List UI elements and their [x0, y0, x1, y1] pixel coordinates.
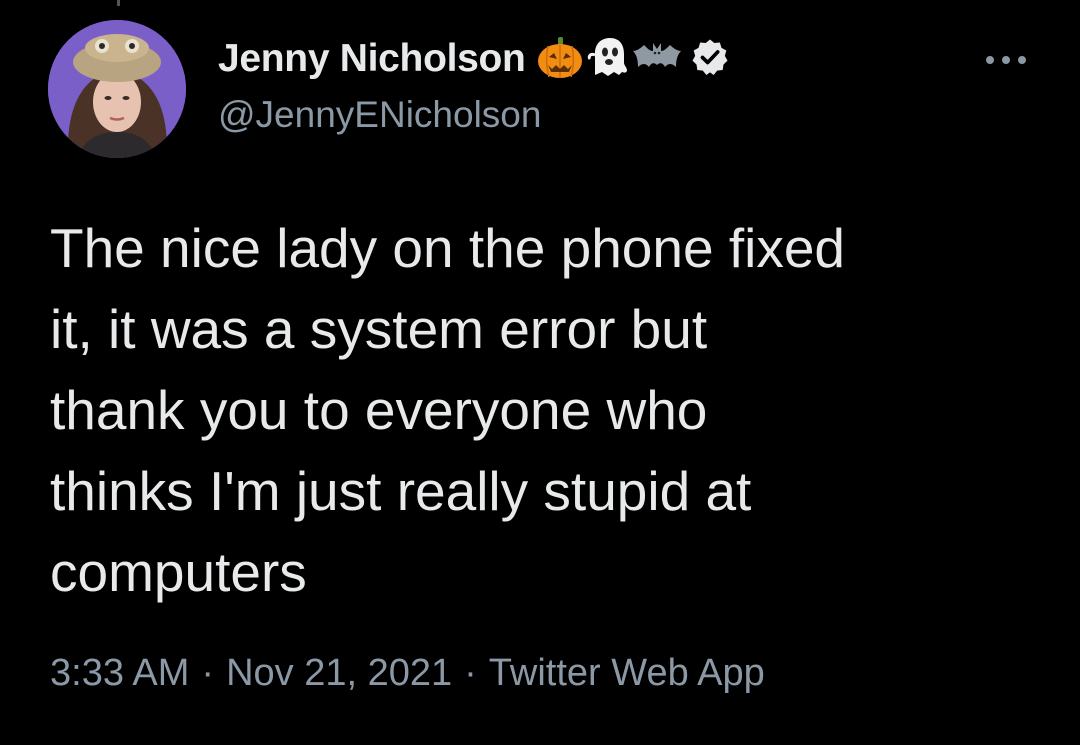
tweet-text: The nice lady on the phone fixed it, it … [50, 217, 846, 603]
more-options-icon[interactable] [982, 50, 1030, 70]
separator: · [201, 652, 215, 694]
avatar[interactable] [48, 20, 186, 158]
scroll-indicator [117, 0, 120, 6]
tweet-date[interactable]: Nov 21, 2021 [226, 652, 452, 694]
separator: · [464, 652, 477, 694]
tweet-time[interactable]: 3:33 AM [50, 652, 189, 694]
verified-badge-icon [690, 37, 730, 82]
tweet-source[interactable]: Twitter Web App [489, 652, 765, 694]
name-row: Jenny Nicholson [218, 36, 730, 82]
pumpkin-icon [536, 35, 584, 84]
tweet-header: Jenny Nicholson @JennyENicholson [218, 36, 730, 136]
tweet-card: Jenny Nicholson @JennyENicholson The nic… [0, 0, 1080, 745]
tweet-metadata: 3:33 AM · Nov 21, 2021 · Twitter Web App [50, 652, 765, 695]
user-handle[interactable]: @JennyENicholson [218, 94, 730, 136]
display-name[interactable]: Jenny Nicholson [218, 37, 526, 81]
bat-icon [632, 35, 682, 84]
ghost-icon [586, 35, 630, 84]
name-emojis [536, 35, 730, 84]
